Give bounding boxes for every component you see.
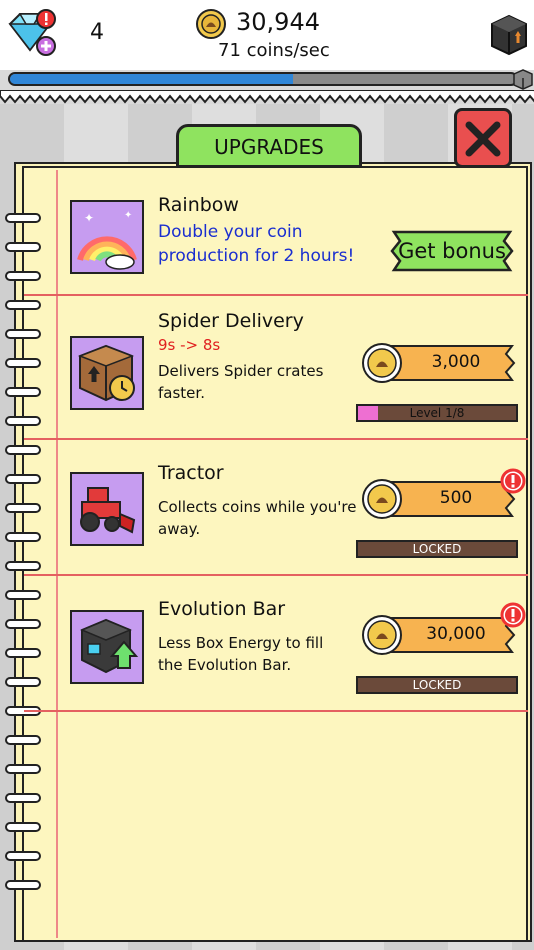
evolution-box-icon (70, 610, 144, 684)
row-divider (24, 710, 528, 712)
upgrade-description: Collects coins while you're away. (158, 498, 357, 538)
upgrade-title: Tractor (158, 462, 224, 484)
locked-status: LOCKED (356, 676, 518, 694)
coin-icon (195, 8, 227, 40)
mini-crate-icon (512, 68, 534, 90)
level-label: Level 1/8 (409, 406, 465, 420)
alert-icon (500, 602, 526, 628)
spiral-ring (5, 619, 41, 629)
spiral-ring (5, 851, 41, 861)
row-divider (24, 574, 528, 576)
evolution-progress-bar (8, 72, 518, 86)
spiral-ring (5, 532, 41, 542)
spiral-ring (5, 474, 41, 484)
spiral-ring (5, 764, 41, 774)
upgrade-description: Double your coin production for 2 hours! (158, 222, 355, 266)
close-button[interactable] (454, 108, 512, 168)
spiral-ring (5, 735, 41, 745)
spider-crate-icon (70, 336, 144, 410)
row-divider (24, 438, 528, 440)
crate-icon[interactable] (488, 14, 530, 56)
price-label: 30,000 (426, 624, 486, 644)
spiral-ring (5, 677, 41, 687)
svg-text:✦: ✦ (84, 211, 94, 225)
spiral-ring (5, 561, 41, 571)
evolution-progress-fill (10, 74, 294, 84)
svg-text:✦: ✦ (124, 210, 132, 221)
spiral-ring (5, 416, 41, 426)
spiral-ring (5, 503, 41, 513)
price-label: 3,000 (431, 352, 481, 372)
zigzag-divider (0, 90, 534, 104)
diamond-icon[interactable] (4, 8, 58, 58)
spiral-ring (5, 358, 41, 368)
top-bar: 4 30,944 71 coins/sec (0, 0, 534, 70)
level-bar: Level 1/8 (356, 404, 518, 422)
spiral-ring (5, 648, 41, 658)
spiral-ring (5, 329, 41, 339)
upgrade-description: Less Box Energy to fill the Evolution Ba… (158, 634, 324, 674)
spiral-ring (5, 822, 41, 832)
upgrade-title: Spider Delivery (158, 310, 304, 332)
row-divider (24, 294, 528, 296)
alert-icon (500, 468, 526, 494)
upgrade-change: 9s -> 8s (158, 336, 221, 354)
spiral-ring (5, 793, 41, 803)
spiral-ring (5, 271, 41, 281)
close-icon (465, 121, 501, 157)
spiral-ring (5, 213, 41, 223)
price-label: 500 (439, 488, 473, 508)
coins-rate: 71 coins/sec (218, 40, 330, 61)
upgrade-title: Evolution Bar (158, 598, 286, 620)
spiral-ring (5, 242, 41, 252)
tab-upgrades[interactable]: UPGRADES (176, 124, 362, 168)
rainbow-icon: ✦ ✦ (70, 200, 144, 274)
locked-status: LOCKED (356, 540, 518, 558)
tractor-icon (70, 472, 144, 546)
margin-line (56, 170, 58, 938)
gem-count: 4 (90, 20, 104, 45)
coins-total: 30,944 (236, 8, 320, 36)
spiral-ring (5, 387, 41, 397)
spiral-ring (5, 590, 41, 600)
upgrade-title: Rainbow (158, 194, 239, 216)
upgrade-description: Delivers Spider crates faster. (158, 362, 324, 402)
spiral-ring (5, 300, 41, 310)
get-bonus-button[interactable]: Get bonus (388, 228, 516, 274)
spiral-ring (5, 880, 41, 890)
spiral-ring (5, 445, 41, 455)
